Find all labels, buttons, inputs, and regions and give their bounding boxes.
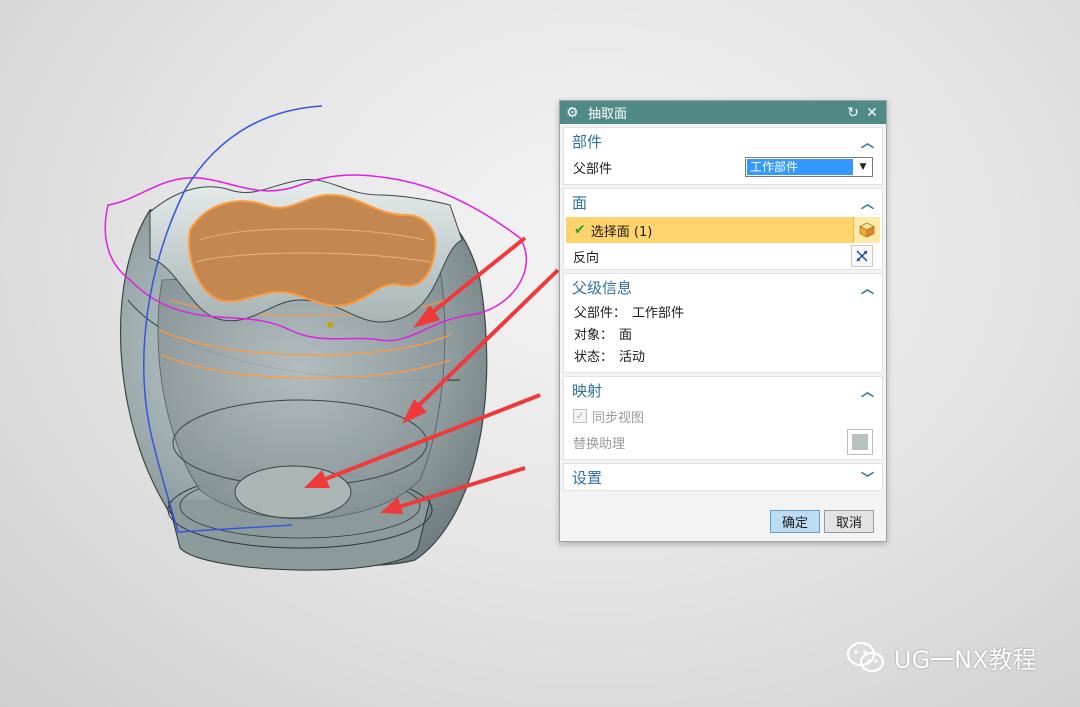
info-parent-part-value: 工作部件	[632, 305, 685, 321]
sync-view-label: 同步视图	[592, 410, 645, 426]
replace-assist-swatch	[852, 434, 868, 450]
reverse-label: 反向	[573, 250, 600, 266]
info-status-value: 活动	[619, 349, 646, 365]
chevron-up-icon[interactable]: ︿	[861, 193, 874, 212]
mapping-group-header[interactable]: 映射 ︿	[564, 377, 882, 403]
close-icon[interactable]: ✕	[864, 105, 880, 121]
info-status-key: 状态：	[574, 349, 614, 365]
replace-assist-button[interactable]	[847, 429, 873, 455]
part-group-title: 部件	[572, 132, 603, 151]
info-parent-part-row: 父部件： 工作部件	[564, 300, 882, 322]
info-object-value: 面	[619, 327, 633, 343]
parent-part-label: 父部件	[573, 161, 613, 177]
info-object-row: 对象： 面	[564, 322, 882, 344]
watermark-text: UG一NX教程	[894, 646, 1037, 674]
parent-part-dropdown-value: 工作部件	[747, 159, 853, 175]
settings-group-header[interactable]: 设置 ﹀	[564, 464, 882, 490]
parent-info-group: 父级信息 ︿ 父部件： 工作部件 对象： 面 状态： 活动	[563, 273, 883, 373]
cube-select-icon[interactable]	[853, 217, 880, 243]
replace-assist-label: 替换助理	[573, 436, 626, 452]
chevron-down-icon[interactable]: ﹀	[861, 468, 874, 487]
mapping-group-title: 映射	[572, 381, 603, 400]
sync-view-checkbox[interactable]: ✓	[573, 409, 587, 423]
reset-icon[interactable]: ↻	[845, 105, 861, 121]
check-icon: ✔	[574, 222, 586, 238]
dropdown-arrow-icon[interactable]: ▼	[854, 162, 872, 172]
dialog-footer: 确定 取消	[560, 510, 886, 533]
reverse-direction-icon[interactable]	[851, 245, 873, 267]
info-parent-part-key: 父部件：	[574, 305, 627, 321]
part-group: 部件 ︿ 父部件 工作部件 ▼	[563, 127, 883, 185]
dialog-title: 抽取面	[588, 107, 628, 122]
cancel-button[interactable]: 取消	[824, 510, 874, 533]
part-group-header[interactable]: 部件 ︿	[564, 128, 882, 154]
extract-face-dialog: ⚙ 抽取面 ↻ ✕ 部件 ︿ 父部件 工作部件 ▼ 面 ︿ ✔ 选择面 (1)	[559, 100, 887, 542]
reverse-row: 反向	[564, 243, 882, 269]
model-body[interactable]	[119, 178, 488, 571]
face-group-title: 面	[572, 193, 588, 212]
face-group-header[interactable]: 面 ︿	[564, 189, 882, 215]
sync-view-row: ✓ 同步视图	[564, 403, 882, 429]
chevron-up-icon[interactable]: ︿	[861, 132, 874, 151]
wechat-icon	[846, 641, 885, 672]
parent-info-group-title: 父级信息	[572, 278, 633, 297]
ok-button[interactable]: 确定	[770, 510, 820, 533]
info-status-row: 状态： 活动	[564, 344, 882, 366]
dialog-titlebar[interactable]: ⚙ 抽取面 ↻ ✕	[560, 101, 886, 124]
graphics-viewport[interactable]	[0, 0, 1080, 707]
settings-group-title: 设置	[572, 468, 603, 487]
gear-icon: ⚙	[566, 104, 579, 121]
chevron-up-icon[interactable]: ︿	[861, 381, 874, 400]
info-object-key: 对象：	[574, 327, 614, 343]
select-face-row[interactable]: ✔ 选择面 (1)	[566, 217, 880, 243]
settings-group: 设置 ﹀	[563, 463, 883, 491]
watermark: UG一NX教程	[846, 640, 1037, 675]
select-face-label: 选择面 (1)	[590, 224, 653, 240]
parent-part-dropdown[interactable]: 工作部件 ▼	[745, 157, 873, 177]
parent-part-row: 父部件 工作部件 ▼	[564, 154, 882, 180]
parent-info-group-header[interactable]: 父级信息 ︿	[564, 274, 882, 300]
face-group: 面 ︿ ✔ 选择面 (1) 反向	[563, 188, 883, 270]
selection-point-marker	[327, 322, 333, 328]
mapping-group: 映射 ︿ ✓ 同步视图 替换助理	[563, 376, 883, 460]
replace-assist-row: 替换助理	[564, 429, 882, 455]
chevron-up-icon[interactable]: ︿	[861, 278, 874, 297]
